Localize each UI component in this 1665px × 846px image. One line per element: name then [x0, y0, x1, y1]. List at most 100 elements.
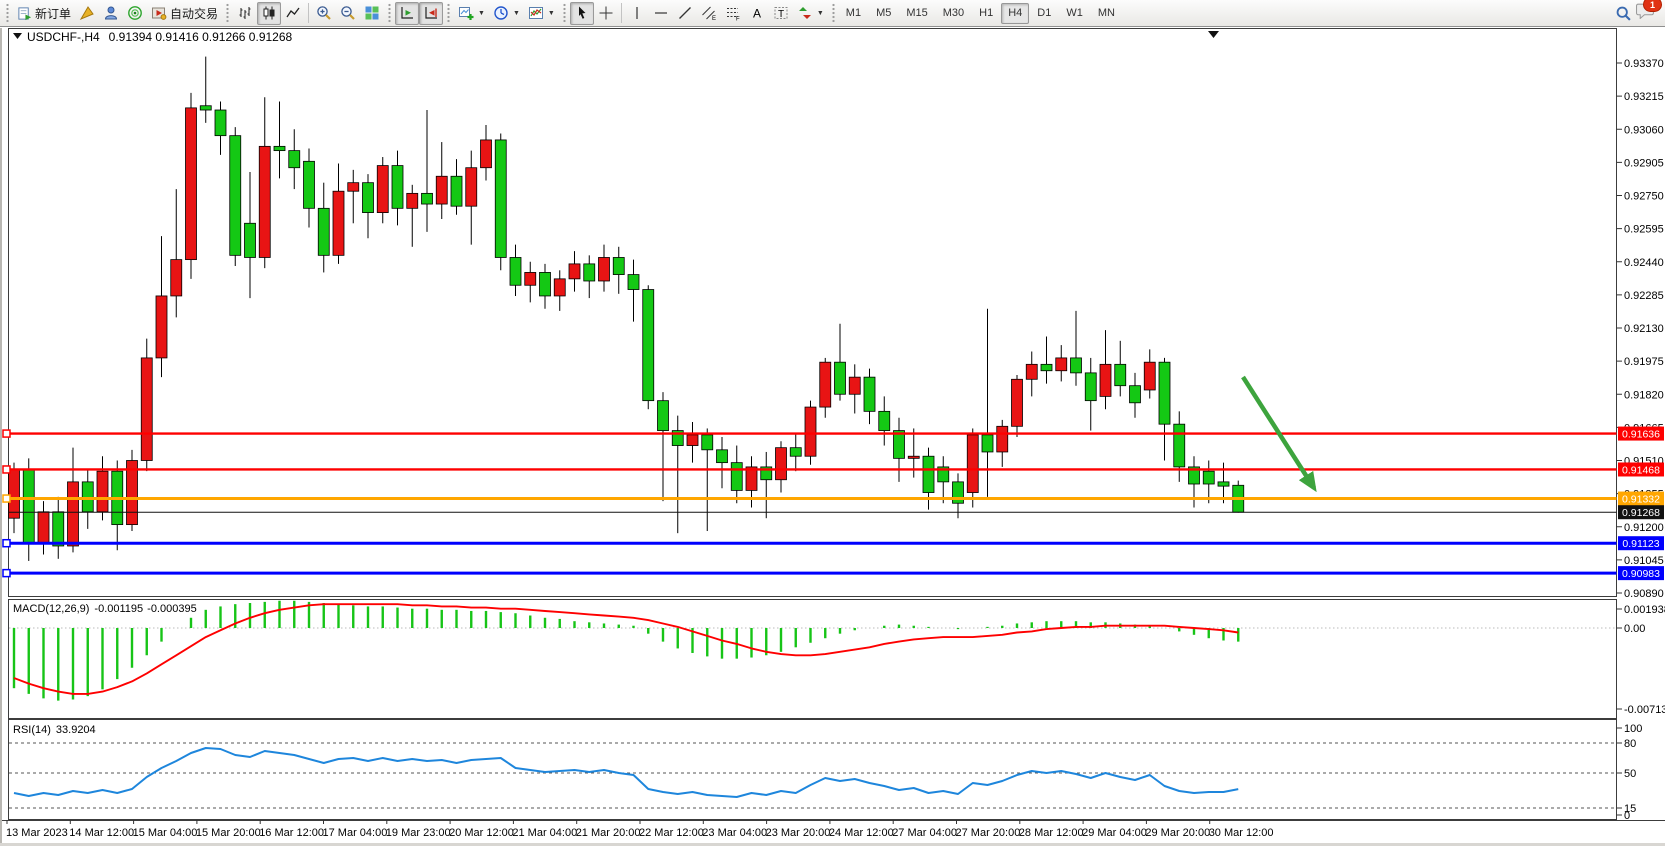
toolbar-separator	[621, 3, 622, 23]
svg-text:0.92750: 0.92750	[1624, 191, 1664, 203]
svg-text:21 Mar 20:00: 21 Mar 20:00	[576, 827, 641, 839]
tile-windows-icon	[364, 5, 380, 21]
notifications-button[interactable]: 1	[1636, 2, 1655, 24]
notification-badge: 1	[1643, 0, 1662, 12]
main-chart[interactable]: 0.933700.932150.930600.929050.927500.925…	[0, 28, 1665, 597]
svg-text:0.93370: 0.93370	[1624, 58, 1664, 70]
toolbar-grip	[831, 3, 836, 23]
macd-panel[interactable]: 0.0019380.00-0.007132 MACD(12,26,9)-0.00…	[0, 597, 1665, 719]
svg-text:19 Mar 23:00: 19 Mar 23:00	[386, 827, 451, 839]
svg-text:0.92130: 0.92130	[1624, 323, 1664, 335]
crosshair-button[interactable]	[594, 2, 618, 25]
svg-text:100: 100	[1624, 723, 1642, 735]
tile-windows-button[interactable]	[360, 2, 384, 25]
auto-scroll-icon	[399, 5, 415, 21]
svg-text:0.92905: 0.92905	[1624, 157, 1664, 169]
arrow-shapes-icon	[797, 5, 813, 21]
plot-border	[9, 29, 1617, 597]
text-button[interactable]: A	[745, 2, 769, 25]
mt4-window: 新订单 自动交易	[0, 0, 1665, 846]
timeframe-button-D1[interactable]: D1	[1030, 3, 1058, 24]
add-indicator-icon	[458, 5, 474, 21]
timeframe-button-M30[interactable]: M30	[936, 3, 971, 24]
crosshair-icon	[598, 5, 614, 21]
channel-button[interactable]: E	[697, 2, 721, 25]
svg-text:E: E	[712, 16, 716, 21]
search-icon	[1615, 5, 1632, 22]
timeframe-button-H4[interactable]: H4	[1001, 3, 1029, 24]
gold-arrow-icon	[79, 5, 95, 21]
auto-trading-button[interactable]: 自动交易	[147, 2, 222, 25]
horizontal-line-button[interactable]	[649, 2, 673, 25]
fibonacci-icon: F	[725, 5, 741, 21]
svg-text:28 Mar 12:00: 28 Mar 12:00	[1019, 827, 1084, 839]
new-order-button[interactable]: 新订单	[13, 2, 75, 25]
zoom-in-icon	[316, 5, 332, 21]
svg-text:T: T	[778, 9, 784, 20]
zoom-out-icon	[340, 5, 356, 21]
svg-text:16 Mar 12:00: 16 Mar 12:00	[259, 827, 324, 839]
timeframe-button-M5[interactable]: M5	[869, 3, 898, 24]
svg-text:29 Mar 04:00: 29 Mar 04:00	[1082, 827, 1147, 839]
svg-text:29 Mar 20:00: 29 Mar 20:00	[1145, 827, 1210, 839]
chart-shift-button[interactable]	[419, 2, 443, 25]
search-button[interactable]	[1611, 2, 1636, 25]
svg-text:50: 50	[1624, 768, 1636, 780]
trendline-icon	[677, 5, 693, 21]
text-label-button[interactable]: T	[769, 2, 793, 25]
svg-text:0.90890: 0.90890	[1624, 588, 1664, 597]
svg-text:14 Mar 12:00: 14 Mar 12:00	[69, 827, 134, 839]
svg-text:0.93215: 0.93215	[1624, 91, 1664, 103]
svg-text:0.93060: 0.93060	[1624, 124, 1664, 136]
bar-chart-icon	[237, 5, 253, 21]
svg-text:0.91045: 0.91045	[1624, 555, 1664, 567]
rsi-panel[interactable]: 1008050150 RSI(14)33.9204	[0, 719, 1665, 820]
clock-icon	[493, 5, 509, 21]
toolbar-grip	[5, 3, 10, 23]
equidistant-channel-icon: E	[701, 5, 717, 21]
dropdown-caret-icon: ▼	[817, 10, 824, 17]
timeframe-button-H1[interactable]: H1	[972, 3, 1000, 24]
signals-button[interactable]	[123, 2, 147, 25]
zoom-in-button[interactable]	[312, 2, 336, 25]
candlestick-chart-button[interactable]	[257, 2, 281, 25]
template-icon	[528, 5, 544, 21]
trendline-button[interactable]	[673, 2, 697, 25]
cursor-button[interactable]	[570, 2, 594, 25]
auto-scroll-button[interactable]	[395, 2, 419, 25]
toolbar-grip	[562, 3, 567, 23]
timeframe-button-M1[interactable]: M1	[839, 3, 868, 24]
svg-text:23 Mar 20:00: 23 Mar 20:00	[766, 827, 831, 839]
timeframe-button-W1[interactable]: W1	[1059, 3, 1090, 24]
chart-profile-button[interactable]	[75, 2, 99, 25]
svg-text:27 Mar 04:00: 27 Mar 04:00	[892, 827, 957, 839]
svg-text:A: A	[753, 7, 761, 21]
vertical-line-button[interactable]	[625, 2, 649, 25]
timeframe-button-M15[interactable]: M15	[899, 3, 934, 24]
svg-text:27 Mar 20:00: 27 Mar 20:00	[956, 827, 1021, 839]
line-chart-button[interactable]	[281, 2, 305, 25]
fibonacci-button[interactable]: F	[721, 2, 745, 25]
auto-trading-icon	[151, 5, 167, 21]
templates-button[interactable]: ▼	[524, 2, 559, 25]
bar-chart-button[interactable]	[233, 2, 257, 25]
rsi-axis: 1008050150	[1617, 723, 1643, 820]
radar-icon	[127, 5, 143, 21]
chart-shift-icon	[423, 5, 439, 21]
indicators-button[interactable]: ▼	[454, 2, 489, 25]
svg-text:30 Mar 12:00: 30 Mar 12:00	[1209, 827, 1274, 839]
timeframe-button-MN[interactable]: MN	[1091, 3, 1122, 24]
zoom-out-button[interactable]	[336, 2, 360, 25]
svg-text:0.91332: 0.91332	[1622, 493, 1660, 505]
line-chart-icon	[285, 5, 301, 21]
toolbar-grip	[225, 3, 230, 23]
svg-text:24 Mar 12:00: 24 Mar 12:00	[829, 827, 894, 839]
shapes-button[interactable]: ▼	[793, 2, 828, 25]
vertical-line-icon	[629, 5, 645, 21]
market-watch-button[interactable]	[99, 2, 123, 25]
periods-button[interactable]: ▼	[489, 2, 524, 25]
svg-text:0.91468: 0.91468	[1622, 464, 1660, 476]
text-icon: A	[749, 5, 765, 21]
svg-text:0.91200: 0.91200	[1624, 522, 1664, 534]
svg-text:21 Mar 04:00: 21 Mar 04:00	[512, 827, 577, 839]
